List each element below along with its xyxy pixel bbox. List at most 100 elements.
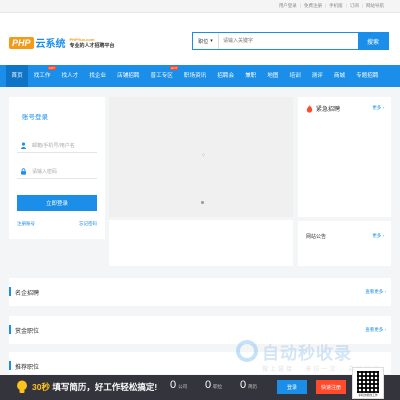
chevron-right-icon: ›	[384, 327, 387, 332]
section-title: 赏金职位	[15, 329, 40, 335]
logo-slogan: 专业的人才招聘平台	[69, 42, 115, 49]
section-accent-bar	[9, 361, 11, 370]
nav-item-part-time[interactable]: 兼职	[240, 65, 262, 87]
nav-item-find-company[interactable]: 找企业	[84, 65, 112, 87]
more-label: 更多	[372, 105, 382, 110]
divider: |	[299, 3, 301, 8]
bottom-login-button[interactable]: 登录	[277, 380, 307, 394]
nav-item-home[interactable]: 首页	[6, 65, 29, 87]
top-link-site-nav[interactable]: 网站导航	[366, 3, 384, 9]
nav-label: 地图	[267, 73, 279, 79]
search-box: 职位 ▾ 搜索	[192, 32, 389, 50]
nav-label: 首页	[11, 73, 23, 79]
resume-count: 0 简历	[240, 379, 257, 391]
banner-slider[interactable]: ⁘	[109, 97, 293, 217]
site-logo[interactable]: PHP 云系统 PHPYun.com 专业的人才招聘平台	[9, 35, 115, 50]
more-label: 更多	[372, 233, 382, 238]
search-input[interactable]	[219, 33, 358, 49]
nav-item-general-workers[interactable]: 普工专区 HOT	[145, 65, 179, 87]
login-title: 账号登录	[22, 114, 48, 121]
nav-item-map[interactable]: 地图	[262, 65, 284, 87]
nav-item-job-fair[interactable]: 招聘会	[212, 65, 240, 87]
nav-label: 普工专区	[150, 73, 173, 79]
top-link-subscribe[interactable]: 订阅	[350, 3, 359, 9]
logo-name: 云系统	[35, 39, 66, 50]
nav-label: 职场资讯	[183, 73, 207, 79]
search-category-select[interactable]: 职位 ▾	[193, 33, 219, 49]
resume-count-value: 0	[240, 379, 247, 391]
nav-label: 招聘会	[217, 73, 235, 79]
hot-badge: HOT	[47, 66, 56, 70]
nav-label: 专题招聘	[356, 73, 379, 79]
section-title: 名企招聘	[15, 291, 40, 297]
lightbulb-icon	[17, 380, 27, 393]
famous-companies-section: 名企招聘 查看更多 ›	[9, 278, 391, 306]
nav-item-find-job[interactable]: 找工作 HOT	[28, 65, 56, 87]
login-panel: 账号登录 邮箱/手机号/用户名 请输入密码 立即登录 注册账号 忘记密码	[9, 97, 105, 239]
nav-label: 培训	[289, 73, 301, 79]
divider: |	[361, 3, 363, 8]
main-nav: 首页 找工作 HOT 找人才 找企业 店铺招聘 普工专区 HOT 职场资讯 招聘会 …	[0, 65, 400, 87]
forgot-password-link[interactable]: 忘记密码	[79, 221, 97, 227]
company-count: 0 公司	[170, 379, 187, 391]
site-notice-panel: 网站公告 更多 ›	[298, 221, 391, 266]
section-accent-bar	[9, 325, 11, 334]
nav-item-mall[interactable]: 商城	[328, 65, 350, 87]
bottom-promo-bar: 30秒 填写简历，好工作轻松搞定! 0 公司 0 职位 0 简历 登录 快速注册…	[0, 367, 400, 400]
hot-badge: HOT	[170, 66, 179, 70]
sub-banner[interactable]	[109, 220, 293, 266]
section-more-link[interactable]: 查看更多 ›	[365, 327, 386, 333]
promo-highlight: 30秒	[32, 382, 50, 392]
company-count-label: 公司	[178, 384, 188, 389]
watermark-text: 自动秒收录	[262, 344, 352, 363]
nav-item-store-jobs[interactable]: 店铺招聘	[112, 65, 145, 87]
login-submit-button[interactable]: 立即登录	[17, 195, 97, 211]
nav-item-career-news[interactable]: 职场资讯	[178, 65, 211, 87]
username-placeholder: 邮箱/手机号/用户名	[32, 142, 75, 149]
register-link[interactable]: 注册账号	[17, 221, 35, 227]
site-notice-more-link[interactable]: 更多 ›	[372, 233, 384, 239]
site-notice-title: 网站公告	[306, 234, 327, 240]
search-category-label: 职位	[198, 38, 209, 45]
urgent-jobs-more-link[interactable]: 更多 ›	[372, 105, 384, 111]
more-label: 查看更多	[365, 289, 384, 294]
chevron-right-icon: ›	[382, 105, 385, 110]
qr-code-image	[357, 371, 379, 393]
promo-text: 30秒 填写简历，好工作轻松搞定!	[32, 381, 157, 393]
promo-message: 填写简历，好工作轻松搞定!	[52, 382, 158, 392]
nav-item-assessment[interactable]: 测评	[306, 65, 328, 87]
logo-tagline: PHPYun.com 专业的人才招聘平台	[70, 37, 115, 49]
nav-label: 店铺招聘	[117, 73, 140, 79]
nav-label: 找工作	[33, 73, 51, 79]
divider: |	[324, 3, 327, 8]
logo-badge: PHP	[9, 36, 34, 49]
password-field[interactable]: 请输入密码	[17, 164, 97, 179]
nav-label: 找企业	[89, 73, 107, 79]
section-more-link[interactable]: 查看更多 ›	[365, 289, 386, 295]
nav-label: 测评	[311, 73, 323, 79]
urgent-jobs-title: 紧急招聘	[316, 107, 341, 113]
top-link-login[interactable]: 用户登录	[279, 3, 297, 9]
section-title: 推荐职位	[15, 365, 40, 371]
nav-item-special-jobs[interactable]: 专题招聘	[351, 65, 384, 87]
header: PHP 云系统 PHPYun.com 专业的人才招聘平台 职位 ▾ 搜索	[0, 13, 400, 65]
quick-register-button[interactable]: 快速注册	[316, 380, 346, 394]
username-field[interactable]: 邮箱/手机号/用户名	[17, 138, 97, 153]
top-link-register[interactable]: 免费注册	[304, 3, 322, 9]
search-button[interactable]: 搜索	[358, 33, 388, 49]
nav-item-find-talent[interactable]: 找人才	[56, 65, 84, 87]
job-count-label: 职位	[213, 384, 223, 389]
password-placeholder: 请输入密码	[32, 168, 58, 175]
loading-spinner-icon: ⁘	[201, 153, 207, 159]
lock-icon	[21, 167, 26, 175]
nav-item-training[interactable]: 培训	[284, 65, 306, 87]
section-accent-bar	[9, 287, 11, 296]
top-links: 用户登录 | 免费注册 | 手机版 | 订阅 | 网站导航	[279, 3, 384, 9]
top-link-mobile[interactable]: 手机版	[329, 3, 343, 9]
user-icon	[20, 142, 27, 149]
fire-icon	[306, 104, 313, 113]
slider-dot[interactable]	[201, 201, 204, 204]
resume-count-label: 简历	[248, 384, 258, 389]
qr-code: 手机也能找工作	[352, 367, 384, 399]
nav-label: 商城	[333, 73, 346, 79]
